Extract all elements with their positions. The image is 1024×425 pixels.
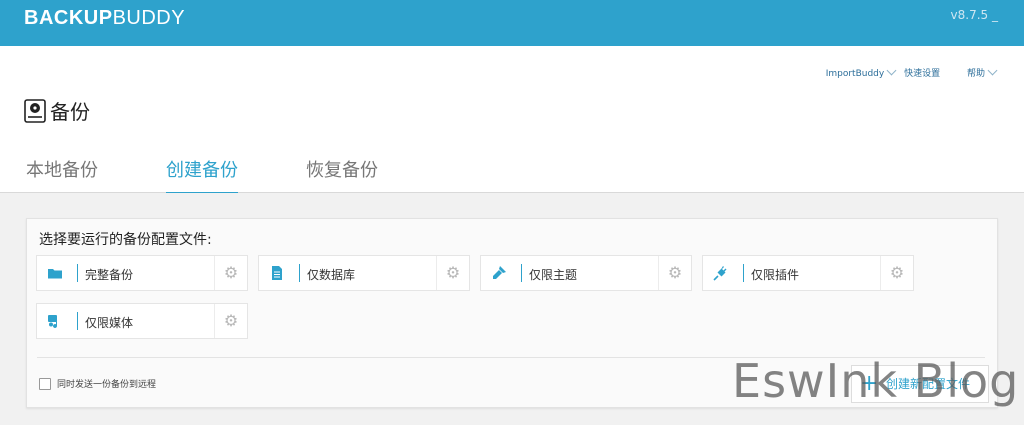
send-remote-checkbox[interactable]: 同时发送一份备份到远程 xyxy=(39,377,156,390)
page-title-text: 备份 xyxy=(50,100,90,124)
checkbox-box[interactable] xyxy=(39,377,51,390)
profile-card-full[interactable]: 完整备份 ⚙ xyxy=(36,255,248,291)
profile-label: 仅限主题 xyxy=(529,268,578,282)
tab-local-backups[interactable]: 本地备份 xyxy=(26,156,98,192)
tab-restore-backup[interactable]: 恢复备份 xyxy=(306,156,378,192)
help-label: 帮助 xyxy=(966,69,985,79)
card-separator xyxy=(77,312,78,330)
watermark-text: EswInk Blog xyxy=(732,354,1020,408)
brand-logo: BACKUPBUDDY xyxy=(24,7,185,29)
gear-icon[interactable]: ⚙ xyxy=(658,256,691,290)
backup-drive-icon xyxy=(24,98,46,123)
card-separator xyxy=(77,264,78,282)
tab-bar: 本地备份 创建备份 恢复备份 xyxy=(0,150,1024,194)
plugin-icon xyxy=(713,266,727,281)
version-label: v8.7.5 _ xyxy=(950,8,998,22)
quick-setup-link[interactable]: 快速设置 xyxy=(904,66,940,79)
profile-label: 仅限插件 xyxy=(751,268,800,282)
card-separator xyxy=(521,264,522,282)
card-separator xyxy=(743,264,744,282)
header-links: ImportBuddy 快速设置 帮助 xyxy=(814,65,998,79)
media-icon xyxy=(48,315,58,329)
gear-icon[interactable]: ⚙ xyxy=(214,304,247,338)
card-separator xyxy=(299,264,300,282)
brand-light: BUDDY xyxy=(112,7,186,29)
brush-icon xyxy=(493,266,506,279)
tab-create-backup[interactable]: 创建备份 xyxy=(166,156,238,194)
profile-label: 完整备份 xyxy=(85,268,134,282)
send-remote-label: 同时发送一份备份到远程 xyxy=(57,380,157,390)
gear-icon[interactable]: ⚙ xyxy=(214,256,247,290)
gear-icon[interactable]: ⚙ xyxy=(880,256,913,290)
profile-card-media[interactable]: 仅限媒体 ⚙ xyxy=(36,303,248,339)
importbuddy-label: ImportBuddy xyxy=(825,69,885,79)
profile-card-plugins[interactable]: 仅限插件 ⚙ xyxy=(702,255,914,291)
gear-icon[interactable]: ⚙ xyxy=(436,256,469,290)
page-title: 备份 xyxy=(24,96,90,125)
chevron-down-icon xyxy=(987,65,998,76)
chevron-down-icon xyxy=(886,65,897,76)
brand-bold: BACKUP xyxy=(24,7,113,29)
importbuddy-link[interactable]: ImportBuddy xyxy=(820,65,897,79)
profile-card-database[interactable]: 仅数据库 ⚙ xyxy=(258,255,470,291)
folder-icon xyxy=(48,269,62,279)
database-file-icon xyxy=(272,266,282,280)
panel-title: 选择要运行的备份配置文件: xyxy=(39,232,212,248)
top-bar: BACKUPBUDDY v8.7.5 _ xyxy=(0,0,1024,46)
help-link[interactable]: 帮助 xyxy=(961,65,998,79)
profile-label: 仅数据库 xyxy=(307,268,356,282)
profile-label: 仅限媒体 xyxy=(85,316,134,330)
profile-card-themes[interactable]: 仅限主题 ⚙ xyxy=(480,255,692,291)
